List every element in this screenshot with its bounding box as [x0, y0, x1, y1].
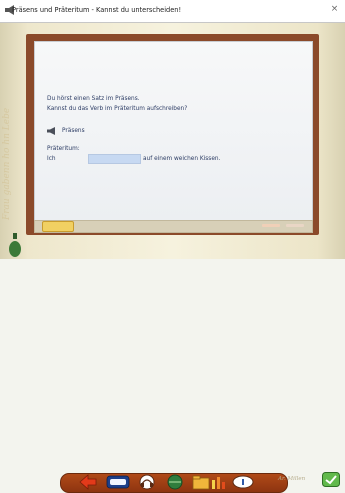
answer-heading: Präteritum: [47, 146, 80, 152]
speaker-icon[interactable] [47, 127, 58, 135]
play-sentence-label[interactable]: Präsens [62, 128, 85, 134]
ball-icon[interactable] [165, 474, 185, 490]
chart-icon[interactable] [210, 474, 228, 490]
verb-answer-input[interactable] [88, 154, 141, 164]
info-icon[interactable] [232, 475, 254, 489]
title-bar: Präsens und Präteritum - Kannst du unter… [0, 0, 345, 23]
sentence-start: Ich [47, 156, 56, 162]
signature: Ar. Millen [278, 476, 306, 482]
instruction-line-1: Du hörst einen Satz im Präsens. [47, 96, 140, 102]
sponge-icon [42, 221, 74, 232]
folder-icon[interactable] [192, 474, 210, 490]
instruction-line-2: Kannst du das Verb im Präteritum aufschr… [47, 106, 188, 112]
toolbar: Ar. Millen [0, 236, 345, 493]
chalk-icon [286, 224, 304, 227]
checkmark-icon[interactable] [322, 472, 340, 487]
window-title: Präsens und Präteritum - Kannst du unter… [12, 6, 182, 14]
sentence-end: auf einem weichen Kissen. [143, 156, 221, 162]
app-window: Präsens und Präteritum - Kannst du unter… [0, 0, 345, 493]
headphones-icon[interactable] [137, 474, 157, 490]
card-icon[interactable] [106, 474, 130, 490]
red-arrow-icon[interactable] [78, 473, 98, 491]
decorative-handwriting: Frau gabenn ho hn Lebe [2, 107, 12, 220]
chalk-icon [262, 224, 280, 227]
close-button[interactable]: × [330, 5, 339, 14]
